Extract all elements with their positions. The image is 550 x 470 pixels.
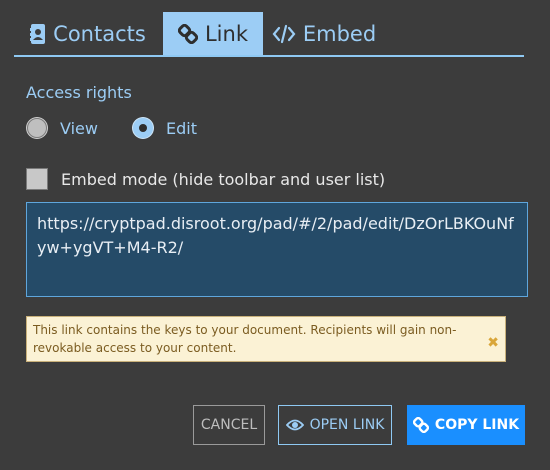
radio-edit-label: Edit (166, 118, 197, 138)
warning-text: This link contains the keys to your docu… (33, 323, 457, 355)
tab-embed-label: Embed (302, 21, 377, 46)
embed-mode-checkbox[interactable]: Embed mode (hide toolbar and user list) (26, 168, 385, 190)
link-icon (177, 23, 198, 44)
tab-contacts-label: Contacts (53, 21, 146, 46)
embed-mode-label: Embed mode (hide toolbar and user list) (61, 169, 386, 189)
radio-view-circle[interactable] (26, 117, 48, 139)
access-rights-label: Access rights (26, 83, 132, 102)
tab-contacts[interactable]: Contacts (14, 12, 162, 55)
tab-link[interactable]: Link (163, 12, 263, 55)
tab-link-label: Link (204, 21, 248, 46)
cancel-button[interactable]: CANCEL (193, 405, 265, 445)
open-link-button[interactable]: OPEN LINK (278, 405, 392, 445)
eye-icon (285, 418, 304, 432)
tab-embed[interactable]: Embed (264, 12, 384, 55)
share-url-field[interactable]: https://cryptpad.disroot.org/pad/#/2/pad… (26, 202, 528, 297)
embed-mode-box[interactable] (26, 168, 48, 190)
link-icon (412, 417, 429, 433)
copy-link-button[interactable]: COPY LINK (407, 405, 525, 445)
radio-view[interactable]: View (26, 117, 98, 139)
open-link-label: OPEN LINK (309, 417, 385, 433)
code-icon (272, 24, 296, 44)
warning-banner: This link contains the keys to your docu… (26, 316, 506, 362)
copy-link-label: COPY LINK (434, 417, 520, 433)
radio-edit-circle[interactable] (132, 117, 154, 139)
tab-bar: Contacts Link Embed (14, 12, 524, 57)
radio-view-label: View (60, 118, 98, 138)
radio-edit[interactable]: Edit (132, 117, 197, 139)
close-icon[interactable]: ✖ (487, 334, 499, 352)
cancel-button-label: CANCEL (200, 417, 258, 433)
share-dialog: Contacts Link Embed Access rights View E… (0, 0, 550, 470)
address-book-icon (30, 23, 46, 44)
